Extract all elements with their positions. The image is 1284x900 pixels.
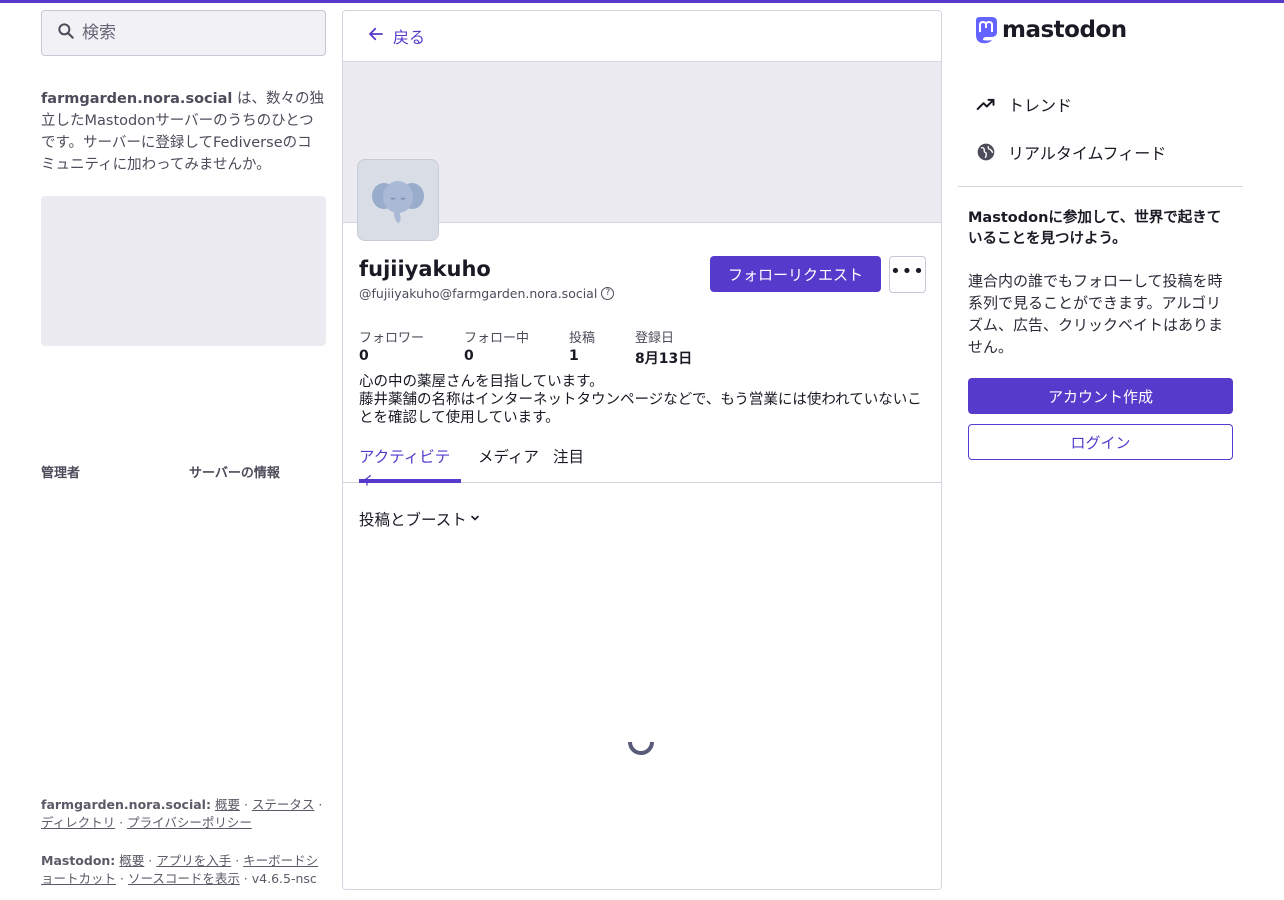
server-banner xyxy=(41,196,326,346)
footer-link-about[interactable]: 概要 xyxy=(215,797,240,812)
trending-icon xyxy=(976,98,995,110)
footer-mastodon-host: Mastodon: xyxy=(41,853,116,868)
following-count: 0 xyxy=(464,348,474,364)
footer-version: v4.6.5-nsc xyxy=(251,871,317,886)
profile-info: fujiiyakuho @fujiiyakuho@farmgarden.nora… xyxy=(343,223,941,315)
more-options-button[interactable]: ••• xyxy=(889,256,926,293)
footer-link-get-app[interactable]: アプリを入手 xyxy=(156,853,231,868)
profile-stats: フォロワー 0 フォロー中 0 投稿 1 登録日 8月13日 xyxy=(359,327,692,368)
back-label: 戻る xyxy=(393,28,426,47)
footer-link-status[interactable]: ステータス xyxy=(252,797,315,812)
followers-stat[interactable]: フォロワー 0 xyxy=(359,327,464,368)
tab-media[interactable]: メディア xyxy=(478,445,539,483)
divider xyxy=(958,186,1243,187)
follow-request-button[interactable]: フォローリクエスト xyxy=(710,256,881,292)
joined-stat: 登録日 8月13日 xyxy=(635,327,692,368)
help-icon[interactable]: ? xyxy=(601,287,615,300)
joined-label: 登録日 xyxy=(635,331,675,346)
right-sidebar: mastodon トレンド リアルタイムフィード Mastodonに参加して、世… xyxy=(958,10,1243,460)
footer-server-links: farmgarden.nora.social: 概要 · ステータス · ディレ… xyxy=(41,797,323,830)
left-sidebar: farmgarden.nora.social は、数々の独立したMastodon… xyxy=(41,10,326,886)
server-info-labels: 管理者 サーバーの情報 xyxy=(41,462,326,481)
search-box[interactable] xyxy=(41,10,326,56)
server-name: farmgarden.nora.social xyxy=(41,91,233,107)
search-icon xyxy=(56,21,76,45)
tab-activity[interactable]: アクティビティ xyxy=(359,445,461,488)
followers-count: 0 xyxy=(359,348,369,364)
bio-line: 心の中の薬屋さんを目指しています。 xyxy=(359,374,604,390)
footer-link-mastodon-about[interactable]: 概要 xyxy=(119,853,144,868)
tab-featured[interactable]: 注目 xyxy=(553,445,584,483)
posts-label: 投稿 xyxy=(569,331,596,346)
footer-mastodon-links: Mastodon: 概要 · アプリを入手 · キーボードショートカット · ソ… xyxy=(41,853,319,886)
profile-header-image xyxy=(343,62,941,241)
following-stat[interactable]: フォロー中 0 xyxy=(464,327,569,368)
server-info-label: サーバーの情報 xyxy=(189,466,280,481)
bio-line: 藤井薬舗の名称はインターネットタウンページなどで、もう営業には使われていないこと… xyxy=(359,392,922,426)
top-accent-bar xyxy=(0,0,1284,3)
posts-count: 1 xyxy=(569,348,579,364)
footer-server-host: farmgarden.nora.social: xyxy=(41,797,211,812)
arrow-left-icon xyxy=(367,25,385,47)
sidebar-nav: トレンド リアルタイムフィード xyxy=(958,80,1243,176)
posts-filter-dropdown[interactable]: 投稿とブースト xyxy=(359,508,481,530)
joined-date: 8月13日 xyxy=(635,351,693,367)
sidebar-item-label: リアルタイムフィード xyxy=(1008,144,1167,163)
logo-text: mastodon xyxy=(1002,17,1127,43)
sidebar-item-label: トレンド xyxy=(1008,96,1073,115)
followers-label: フォロワー xyxy=(359,331,425,346)
mastodon-logo[interactable]: mastodon xyxy=(958,10,1243,50)
join-description: 連合内の誰でもフォローして投稿を時系列で見ることができます。アルゴリズム、広告、… xyxy=(968,272,1224,356)
loading-spinner-icon xyxy=(628,741,654,755)
filter-label: 投稿とブースト xyxy=(359,511,467,529)
server-about: farmgarden.nora.social は、数々の独立したMastodon… xyxy=(41,88,326,176)
posts-stat[interactable]: 投稿 1 xyxy=(569,327,635,368)
footer: farmgarden.nora.social: 概要 · ステータス · ディレ… xyxy=(41,796,326,888)
footer-link-directory[interactable]: ディレクトリ xyxy=(41,815,115,830)
login-button[interactable]: ログイン xyxy=(968,424,1233,460)
profile-tabs: アクティビティ メディア 注目 xyxy=(343,441,941,488)
admin-label: 管理者 xyxy=(41,466,81,481)
profile-column: 戻る fujiiyakuho @fujiiyakuho@farmgarden.n… xyxy=(342,10,942,890)
chevron-down-icon xyxy=(467,510,481,528)
profile-bio: 心の中の薬屋さんを目指しています。 藤井薬舗の名称はインターネットタウンページな… xyxy=(359,373,924,427)
account-handle: @fujiiyakuho@farmgarden.nora.social ? xyxy=(359,286,615,301)
display-name: fujiiyakuho xyxy=(359,257,491,281)
handle-text: @fujiiyakuho@farmgarden.nora.social xyxy=(359,286,598,301)
back-button[interactable]: 戻る xyxy=(343,11,941,62)
footer-link-source[interactable]: ソースコードを表示 xyxy=(128,871,240,886)
footer-link-privacy[interactable]: プライバシーポリシー xyxy=(127,815,252,830)
following-label: フォロー中 xyxy=(464,331,530,346)
search-input[interactable] xyxy=(82,23,302,43)
more-icon: ••• xyxy=(890,260,925,282)
elephant-avatar-icon xyxy=(372,181,424,223)
mastodon-logo-icon xyxy=(976,17,997,44)
join-title: Mastodonに参加して、世界で起きていることを見つけよう。 xyxy=(968,210,1222,247)
sidebar-item-trends[interactable]: トレンド xyxy=(958,80,1243,128)
sidebar-item-live-feed[interactable]: リアルタイムフィード xyxy=(958,128,1243,176)
globe-icon xyxy=(977,143,995,161)
create-account-button[interactable]: アカウント作成 xyxy=(968,378,1233,414)
